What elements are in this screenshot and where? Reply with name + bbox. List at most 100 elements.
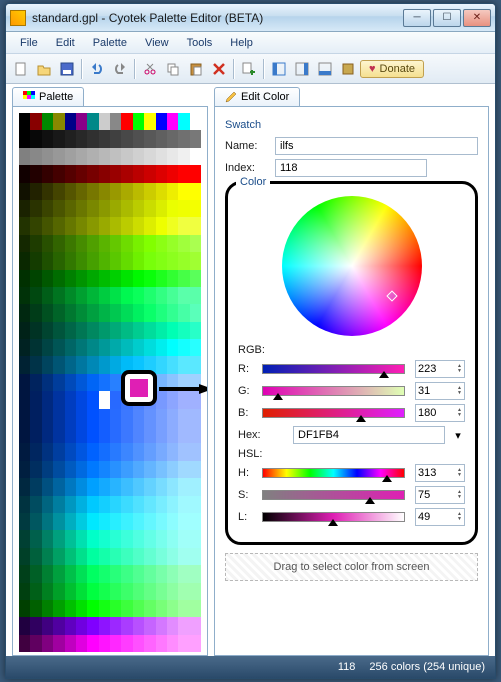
swatch-cell[interactable] — [121, 635, 132, 652]
swatch-cell[interactable] — [30, 183, 41, 200]
swatch-cell[interactable] — [190, 183, 201, 200]
swatch-cell[interactable] — [178, 461, 189, 478]
swatch-cell[interactable] — [87, 322, 98, 339]
swatch-cell[interactable] — [53, 148, 64, 165]
swatch-cell[interactable] — [87, 600, 98, 617]
swatch-cell[interactable] — [190, 496, 201, 513]
panel1-button[interactable] — [291, 58, 313, 80]
swatch-cell[interactable] — [42, 409, 53, 426]
swatch-cell[interactable] — [144, 461, 155, 478]
swatch-cell[interactable] — [178, 339, 189, 356]
swatch-cell[interactable] — [178, 304, 189, 321]
swatch-cell[interactable] — [190, 530, 201, 547]
swatch-cell[interactable] — [110, 391, 121, 408]
swatch-cell[interactable] — [19, 548, 30, 565]
swatch-cell[interactable] — [87, 130, 98, 147]
swatch-cell[interactable] — [121, 113, 132, 130]
swatch-cell[interactable] — [76, 270, 87, 287]
swatch-cell[interactable] — [144, 339, 155, 356]
swatch-cell[interactable] — [30, 461, 41, 478]
swatch-cell[interactable] — [144, 409, 155, 426]
swatch-cell[interactable] — [87, 304, 98, 321]
swatch-cell[interactable] — [87, 339, 98, 356]
swatch-cell[interactable] — [156, 200, 167, 217]
swatch-cell[interactable] — [156, 113, 167, 130]
swatch-cell[interactable] — [65, 148, 76, 165]
swatch-cell[interactable] — [178, 409, 189, 426]
swatch-cell[interactable] — [42, 635, 53, 652]
swatch-cell[interactable] — [87, 356, 98, 373]
swatch-cell[interactable] — [76, 391, 87, 408]
swatch-cell[interactable] — [87, 113, 98, 130]
swatch-cell[interactable] — [110, 600, 121, 617]
swatch-cell[interactable] — [19, 252, 30, 269]
swatch-cell[interactable] — [76, 409, 87, 426]
swatch-cell[interactable] — [76, 130, 87, 147]
swatch-cell[interactable] — [110, 183, 121, 200]
swatch-cell[interactable] — [178, 356, 189, 373]
swatch-cell[interactable] — [110, 548, 121, 565]
swatch-cell[interactable] — [156, 530, 167, 547]
swatch-cell[interactable] — [87, 235, 98, 252]
swatch-cell[interactable] — [99, 565, 110, 582]
swatch-cell[interactable] — [76, 617, 87, 634]
swatch-cell[interactable] — [99, 374, 110, 391]
swatch-cell[interactable] — [53, 426, 64, 443]
swatch-cell[interactable] — [178, 478, 189, 495]
swatch-cell[interactable] — [53, 270, 64, 287]
swatch-cell[interactable] — [42, 339, 53, 356]
swatch-cell[interactable] — [178, 200, 189, 217]
swatch-cell[interactable] — [19, 183, 30, 200]
swatch-cell[interactable] — [99, 600, 110, 617]
swatch-cell[interactable] — [99, 391, 110, 408]
swatch-cell[interactable] — [53, 496, 64, 513]
swatch-cell[interactable] — [110, 443, 121, 460]
swatch-cell[interactable] — [19, 356, 30, 373]
swatch-cell[interactable] — [99, 270, 110, 287]
swatch-cell[interactable] — [42, 374, 53, 391]
swatch-cell[interactable] — [121, 478, 132, 495]
swatch-cell[interactable] — [53, 600, 64, 617]
swatch-cell[interactable] — [156, 513, 167, 530]
swatch-cell[interactable] — [30, 130, 41, 147]
swatch-cell[interactable] — [144, 600, 155, 617]
swatch-cell[interactable] — [167, 478, 178, 495]
swatch-cell[interactable] — [87, 148, 98, 165]
screen-picker[interactable]: Drag to select color from screen — [225, 553, 478, 581]
swatch-cell[interactable] — [76, 200, 87, 217]
swatch-cell[interactable] — [30, 148, 41, 165]
swatch-cell[interactable] — [99, 217, 110, 234]
swatch-cell[interactable] — [178, 165, 189, 182]
swatch-cell[interactable] — [65, 478, 76, 495]
swatch-cell[interactable] — [65, 130, 76, 147]
swatch-cell[interactable] — [190, 287, 201, 304]
swatch-cell[interactable] — [99, 287, 110, 304]
swatch-cell[interactable] — [53, 409, 64, 426]
swatch-cell[interactable] — [156, 304, 167, 321]
swatch-cell[interactable] — [53, 391, 64, 408]
swatch-cell[interactable] — [144, 478, 155, 495]
swatch-cell[interactable] — [76, 478, 87, 495]
swatch-cell[interactable] — [178, 513, 189, 530]
swatch-cell[interactable] — [156, 183, 167, 200]
swatch-cell[interactable] — [133, 600, 144, 617]
swatch-cell[interactable] — [87, 565, 98, 582]
swatch-cell[interactable] — [65, 183, 76, 200]
delete-button[interactable] — [208, 58, 230, 80]
swatch-cell[interactable] — [144, 322, 155, 339]
swatch-cell[interactable] — [19, 287, 30, 304]
swatch-cell[interactable] — [178, 635, 189, 652]
swatch-cell[interactable] — [99, 548, 110, 565]
swatch-cell[interactable] — [156, 583, 167, 600]
swatch-cell[interactable] — [76, 600, 87, 617]
swatch-cell[interactable] — [144, 165, 155, 182]
swatch-cell[interactable] — [99, 304, 110, 321]
swatch-cell[interactable] — [167, 409, 178, 426]
swatch-cell[interactable] — [76, 304, 87, 321]
swatch-cell[interactable] — [156, 496, 167, 513]
swatch-cell[interactable] — [19, 339, 30, 356]
swatch-cell[interactable] — [87, 496, 98, 513]
swatch-cell[interactable] — [42, 287, 53, 304]
swatch-cell[interactable] — [65, 374, 76, 391]
swatch-cell[interactable] — [167, 200, 178, 217]
